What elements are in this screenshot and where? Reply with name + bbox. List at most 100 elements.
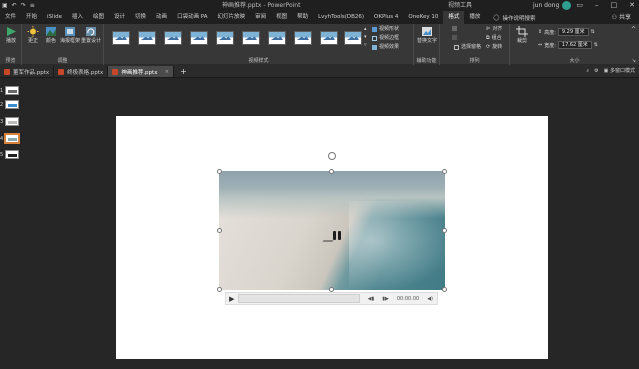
- resize-handle-r[interactable]: [442, 228, 447, 233]
- reset-design-button[interactable]: 重置设计: [80, 26, 102, 44]
- new-tab-button[interactable]: +: [174, 66, 193, 77]
- video-style-6[interactable]: [242, 31, 260, 45]
- tab-review[interactable]: 审阅: [250, 11, 271, 24]
- video-style-4[interactable]: [190, 31, 208, 45]
- selection-pane-button[interactable]: 选择窗格: [454, 44, 481, 51]
- video-progress-track[interactable]: [237, 294, 360, 303]
- resize-handle-tr[interactable]: [442, 169, 447, 174]
- video-style-10[interactable]: [344, 31, 362, 45]
- width-input[interactable]: 17.62 厘米: [557, 41, 592, 49]
- current-slide[interactable]: ▶ ◀▮ ▮▶ 00:00.00 ◀): [116, 116, 548, 359]
- resize-handle-br[interactable]: [442, 287, 447, 292]
- more-icon[interactable]: ▿: [364, 42, 367, 49]
- height-field[interactable]: ⇕ 高度: 9.29 厘米 ⇅: [538, 28, 595, 36]
- tab-draw[interactable]: 绘图: [88, 11, 109, 24]
- video-style-1[interactable]: [112, 31, 130, 45]
- rotate-handle[interactable]: [328, 152, 336, 160]
- doc-tab-1[interactable]: 董军作品.pptx: [0, 66, 55, 77]
- tab-onekey[interactable]: OneKey 10: [403, 11, 443, 24]
- user-account[interactable]: jun dong: [533, 1, 572, 10]
- maximize-icon[interactable]: □: [611, 0, 618, 10]
- tab-home[interactable]: 开始: [21, 11, 42, 24]
- align-button[interactable]: ⊫ 对齐: [486, 26, 502, 33]
- customize-icon[interactable]: ≡: [30, 1, 35, 10]
- video-border-button[interactable]: 视频边框: [372, 35, 399, 42]
- tab-insert[interactable]: 插入: [67, 11, 88, 24]
- video-frame[interactable]: [219, 171, 445, 290]
- height-stepper-icon[interactable]: ⇅: [591, 29, 595, 35]
- scroll-down-icon[interactable]: ▾: [364, 34, 367, 41]
- video-effects-button[interactable]: 视频效果: [372, 44, 399, 51]
- slide-thumbnail-1[interactable]: 1: [0, 86, 20, 95]
- resize-handle-l[interactable]: [217, 228, 222, 233]
- rotate-button[interactable]: ⟳ 旋转: [486, 44, 502, 51]
- slide-thumbnail-3[interactable]: 3: [0, 117, 20, 126]
- reset-icon: [86, 27, 96, 36]
- color-button[interactable]: 颜色: [42, 26, 60, 44]
- video-style-9[interactable]: [320, 31, 338, 45]
- tab-help[interactable]: 帮助: [292, 11, 313, 24]
- size-dialog-launcher-icon[interactable]: ↘: [632, 58, 636, 64]
- slide-thumbnail-2[interactable]: 2: [0, 100, 20, 109]
- resize-handle-bl[interactable]: [217, 287, 222, 292]
- video-style-8[interactable]: [294, 31, 312, 45]
- crop-button[interactable]: 裁剪: [513, 26, 531, 44]
- undo-icon[interactable]: ↶: [12, 1, 17, 10]
- close-tab-icon[interactable]: ×: [164, 69, 169, 75]
- video-style-5[interactable]: [216, 31, 234, 45]
- tab-design[interactable]: 设计: [109, 11, 130, 24]
- tab-file[interactable]: 文件: [0, 11, 22, 24]
- tab-view[interactable]: 视图: [271, 11, 292, 24]
- bring-forward-button[interactable]: [452, 26, 457, 31]
- tab-islide[interactable]: iSlide: [42, 11, 67, 24]
- share-button[interactable]: ⚇ 共享: [612, 11, 631, 24]
- send-backward-button[interactable]: [452, 35, 457, 40]
- close-icon[interactable]: ✕: [629, 0, 635, 10]
- width-field[interactable]: ⇔ 宽度: 17.62 厘米 ⇅: [538, 41, 598, 49]
- doc-tab-3[interactable]: 神画推荐.pptx ×: [108, 66, 175, 77]
- tab-pocket-animation[interactable]: 口袋动画 PA: [172, 11, 212, 24]
- video-style-2[interactable]: [138, 31, 156, 45]
- tab-transitions[interactable]: 切换: [130, 11, 151, 24]
- redo-icon[interactable]: ↷: [21, 1, 26, 10]
- group-adjust: 更正 颜色 海报框架 重置设计 调整: [22, 24, 104, 65]
- group-accessibility: 替换文字 辅助功能: [414, 24, 440, 65]
- alt-text-button[interactable]: 替换文字: [417, 26, 437, 44]
- scroll-up-icon[interactable]: ▴: [364, 26, 367, 33]
- minimize-icon[interactable]: –: [595, 0, 599, 10]
- resize-handle-t[interactable]: [329, 169, 334, 174]
- step-back-icon[interactable]: ◀▮: [368, 296, 375, 302]
- ribbon-display-icon[interactable]: ▭: [576, 0, 583, 10]
- width-stepper-icon[interactable]: ⇅: [594, 42, 598, 48]
- volume-icon[interactable]: ◀): [427, 296, 433, 302]
- resize-handle-tl[interactable]: [217, 169, 222, 174]
- slide-thumbnail-5[interactable]: 5: [0, 150, 20, 159]
- video-shape-button[interactable]: 视频形状: [372, 26, 399, 33]
- step-forward-icon[interactable]: ▮▶: [382, 296, 389, 302]
- video-play-icon[interactable]: ▶: [226, 295, 238, 303]
- tab-slideshow[interactable]: 幻灯片放映: [213, 11, 251, 24]
- play-button[interactable]: 播放: [2, 26, 20, 44]
- styles-scroll[interactable]: ▴ ▾ ▿: [364, 26, 367, 49]
- video-style-3[interactable]: [164, 31, 182, 45]
- video-style-7[interactable]: [268, 31, 286, 45]
- doc-tab-2[interactable]: 终极表格.pptx: [54, 66, 109, 77]
- poster-frame-button[interactable]: 海报框架: [60, 26, 80, 44]
- tab-format[interactable]: 格式: [443, 11, 465, 24]
- gear-icon[interactable]: ⚙: [594, 66, 598, 76]
- slide-thumbnail-4[interactable]: 4: [0, 134, 20, 143]
- group-button[interactable]: ⧉ 组合: [486, 35, 502, 42]
- tell-me-search[interactable]: ◯ 操作说明搜索: [485, 14, 535, 22]
- multi-window-button[interactable]: ▣ 多窗口模式: [604, 66, 635, 76]
- height-input[interactable]: 9.29 厘米: [557, 28, 589, 36]
- group-label-adjust: 调整: [57, 58, 68, 64]
- tab-playback[interactable]: 播放: [464, 11, 485, 24]
- tab-lvyhtools[interactable]: LvyhTools(DB26): [313, 11, 369, 24]
- search-icon[interactable]: ⌕: [586, 66, 589, 76]
- collapse-ribbon-icon[interactable]: ^: [631, 26, 636, 33]
- tab-animations[interactable]: 动画: [151, 11, 172, 24]
- corrections-button[interactable]: 更正: [24, 26, 42, 44]
- tab-okplus[interactable]: OKPlus 4: [369, 11, 403, 24]
- multi-window-label: 多窗口模式: [609, 68, 635, 74]
- save-icon[interactable]: ▣: [2, 1, 8, 10]
